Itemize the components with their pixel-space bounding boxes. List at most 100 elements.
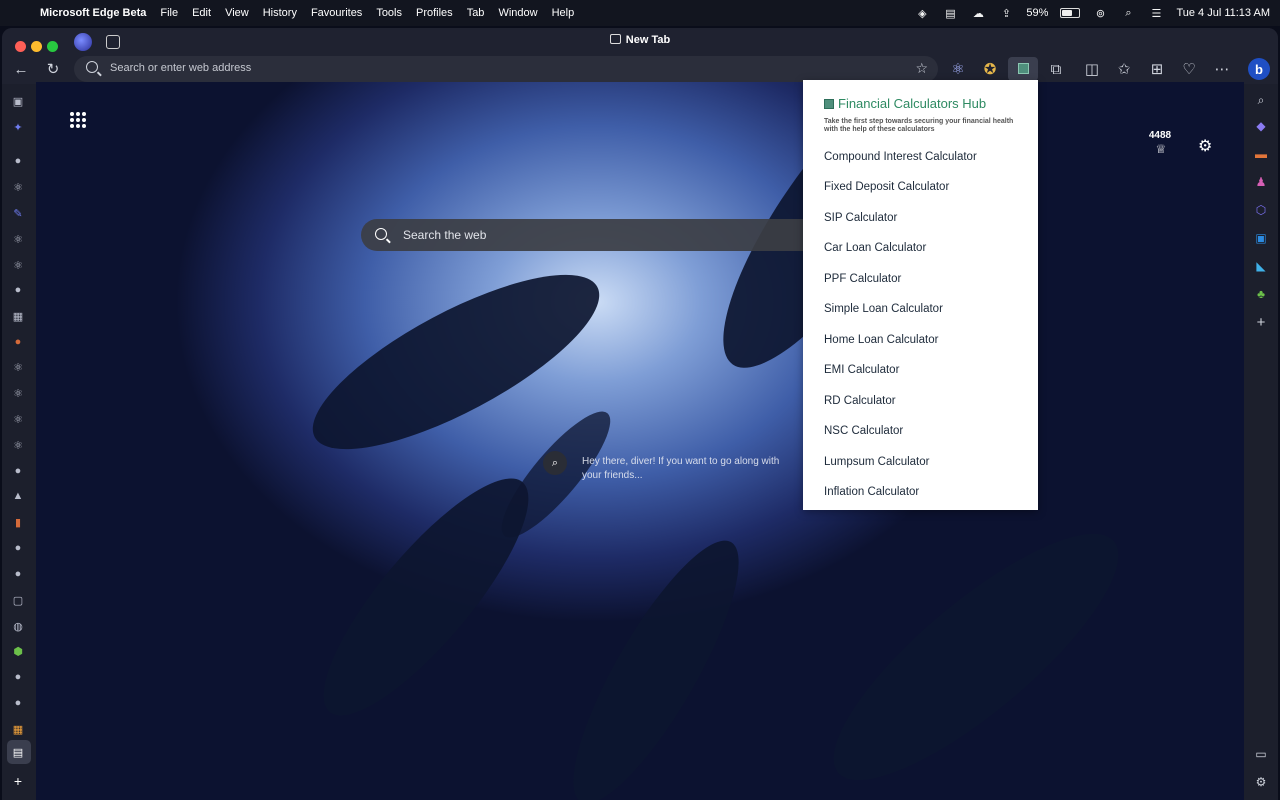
tab-pen-icon[interactable]: ✎ — [11, 206, 25, 220]
tab-github-icon[interactable]: ● — [11, 283, 25, 297]
sidebar-drop-icon[interactable]: ◣ — [1253, 258, 1269, 274]
collections-icon[interactable]: ⊞ — [1146, 58, 1168, 80]
tab-react-icon[interactable]: ⚛ — [11, 360, 25, 374]
menu-favourites[interactable]: Favourites — [311, 7, 362, 19]
popup-title: Financial Calculators Hub — [838, 96, 987, 111]
search-icon — [86, 61, 98, 73]
tab-github-icon[interactable]: ● — [11, 154, 25, 168]
tab-actions-icon[interactable]: ▣ — [11, 94, 25, 108]
tab-github-icon[interactable]: ● — [11, 696, 25, 710]
calc-link-sip[interactable]: SIP Calculator — [824, 212, 897, 224]
tab-react-icon[interactable]: ⚛ — [11, 258, 25, 272]
calc-link-simple-loan[interactable]: Simple Loan Calculator — [824, 303, 943, 315]
app-name-menu[interactable]: Microsoft Edge Beta — [40, 7, 146, 19]
tab-github-icon[interactable]: ● — [11, 541, 25, 555]
new-tab-plus-icon[interactable]: + — [11, 773, 25, 789]
tab-github-icon[interactable]: ● — [11, 464, 25, 478]
extensions-puzzle-icon[interactable]: ⧉ — [1045, 58, 1067, 80]
tab-circle-icon[interactable]: ◍ — [11, 619, 25, 633]
favorites-icon[interactable]: ✩ — [1113, 58, 1135, 80]
cloud-status-icon[interactable]: ☁ — [970, 7, 986, 20]
calc-link-inflation[interactable]: Inflation Calculator — [824, 486, 919, 498]
link-status-icon[interactable]: ⊚ — [1092, 7, 1108, 20]
image-info-icon[interactable]: ⌕ — [543, 451, 567, 475]
apps-grid-icon[interactable] — [70, 112, 86, 128]
calc-link-compound-interest[interactable]: Compound Interest Calculator — [824, 151, 977, 163]
tab-react-icon[interactable]: ⚛ — [11, 232, 25, 246]
menu-edit[interactable]: Edit — [192, 7, 211, 19]
tab-github-icon[interactable]: ● — [11, 670, 25, 684]
tab-react-icon[interactable]: ⚛ — [11, 412, 25, 426]
tab-github-icon[interactable]: ● — [11, 567, 25, 581]
upload-status-icon[interactable]: ⇪ — [998, 7, 1014, 20]
sidebar-tools-icon[interactable]: ▬ — [1253, 146, 1269, 162]
shield-status-icon[interactable]: ◈ — [914, 7, 930, 20]
menu-tab[interactable]: Tab — [467, 7, 485, 19]
tab-react-icon[interactable]: ⚛ — [11, 180, 25, 194]
spotlight-search-icon[interactable]: ⌕ — [1120, 7, 1136, 19]
calc-link-lumpsum[interactable]: Lumpsum Calculator — [824, 456, 929, 468]
menu-view[interactable]: View — [225, 7, 249, 19]
menu-profiles[interactable]: Profiles — [416, 7, 453, 19]
medal-extension-icon[interactable]: ✪ — [979, 58, 1001, 80]
calc-link-car-loan[interactable]: Car Loan Calculator — [824, 242, 926, 254]
browser-essentials-icon[interactable]: ♡ — [1178, 58, 1200, 80]
tab-globe-icon[interactable]: ● — [11, 335, 25, 349]
image-fact-text[interactable]: Hey there, diver! If you want to go alon… — [582, 455, 782, 483]
more-menu-icon[interactable]: ⋯ — [1211, 58, 1233, 80]
tab-sparkle-icon[interactable]: ✦ — [11, 120, 25, 134]
control-center-icon[interactable]: ☰ — [1148, 7, 1164, 20]
calc-link-rd[interactable]: RD Calculator — [824, 395, 896, 407]
sidebar-layout-icon[interactable]: ▭ — [1253, 746, 1269, 762]
search-icon — [375, 228, 387, 240]
rewards-trophy-icon[interactable]: ♕ — [1154, 142, 1168, 156]
sidebar-outlook-icon[interactable]: ▣ — [1253, 230, 1269, 246]
favorite-star-icon[interactable]: ☆ — [915, 60, 928, 77]
vertical-tabs-sidebar: ▣ ✦ ● ⚛ ✎ ⚛ ⚛ ● ▦ ● ⚛ ⚛ ⚛ ⚛ ● ▲ ▮ ● ● ▢ … — [2, 84, 36, 800]
active-tab[interactable]: New Tab — [2, 34, 1278, 46]
tab-translate-icon[interactable]: ▢ — [11, 593, 25, 607]
battery-icon[interactable] — [1060, 8, 1081, 18]
menu-window[interactable]: Window — [498, 7, 537, 19]
drive-status-icon[interactable]: ▤ — [942, 7, 958, 20]
tab-doc-icon[interactable]: ▦ — [11, 309, 25, 323]
clock[interactable]: Tue 4 Jul 11:13 AM — [1176, 7, 1270, 19]
sidebar-settings-icon[interactable]: ⚙ — [1253, 774, 1269, 790]
split-screen-icon[interactable]: ◫ — [1081, 58, 1103, 80]
sidebar-tag-icon[interactable]: ◆ — [1253, 118, 1269, 134]
rewards-count[interactable]: 4488 — [1140, 130, 1180, 141]
back-arrow-icon[interactable]: ← — [10, 58, 32, 80]
web-search-input[interactable]: Search the web — [403, 228, 486, 242]
react-extension-icon[interactable]: ⚛ — [947, 58, 969, 80]
bing-copilot-button[interactable]: b — [1248, 58, 1270, 80]
tab-react-icon[interactable]: ⚛ — [11, 386, 25, 400]
menu-file[interactable]: File — [160, 7, 178, 19]
sidebar-search-icon[interactable]: ⌕ — [1253, 92, 1269, 108]
sidebar-m365-icon[interactable]: ⬡ — [1253, 202, 1269, 218]
tab-title: New Tab — [625, 34, 671, 46]
calculator-extension-icon[interactable] — [1018, 63, 1029, 74]
sidebar-tree-icon[interactable]: ♣ — [1253, 286, 1269, 302]
tab-react-icon[interactable]: ⚛ — [11, 438, 25, 452]
calc-link-fixed-deposit[interactable]: Fixed Deposit Calculator — [824, 181, 949, 193]
menu-history[interactable]: History — [263, 7, 297, 19]
refresh-icon[interactable]: ↻ — [42, 58, 64, 80]
calc-link-home-loan[interactable]: Home Loan Calculator — [824, 334, 938, 346]
tab-bookmark-icon[interactable]: ▮ — [11, 515, 25, 529]
calc-link-nsc[interactable]: NSC Calculator — [824, 425, 903, 437]
tab-triangle-icon[interactable]: ▲ — [11, 489, 25, 503]
title-bar: New Tab — [2, 28, 1278, 56]
address-input[interactable]: Search or enter web address — [110, 62, 251, 74]
sidebar-games-icon[interactable]: ♟ — [1253, 174, 1269, 190]
tab-node-icon[interactable]: ⬢ — [11, 644, 25, 658]
page-settings-icon[interactable]: ⚙ — [1198, 136, 1212, 156]
sidebar-add-icon[interactable]: + — [1253, 314, 1269, 331]
calc-link-emi[interactable]: EMI Calculator — [824, 364, 899, 376]
tab-newtab-icon[interactable]: ▤ — [11, 745, 25, 759]
address-bar[interactable]: Search or enter web address ☆ — [74, 56, 938, 82]
menu-help[interactable]: Help — [552, 7, 575, 19]
tab-microsoft-icon[interactable]: ▦ — [11, 722, 25, 736]
calc-link-ppf[interactable]: PPF Calculator — [824, 273, 901, 285]
menu-tools[interactable]: Tools — [376, 7, 402, 19]
web-search-box[interactable]: Search the web — [361, 219, 821, 251]
